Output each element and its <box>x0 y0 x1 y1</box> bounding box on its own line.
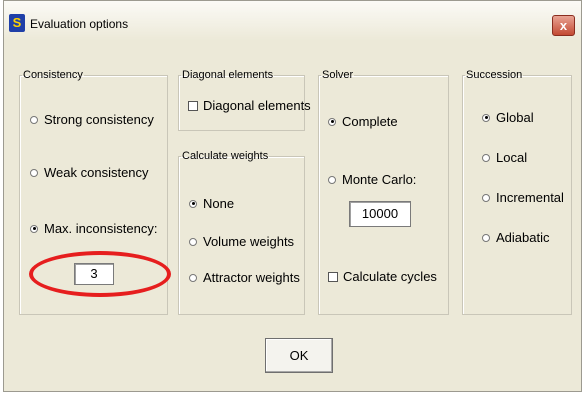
radio-attractor-weights[interactable]: Attractor weights <box>189 270 300 285</box>
monte-carlo-input[interactable]: 10000 <box>349 201 411 227</box>
radio-label: Complete <box>342 114 398 129</box>
radio-selected-icon <box>482 113 490 122</box>
diagonal-legend: Diagonal elements <box>182 69 274 81</box>
radio-adiabatic[interactable]: Adiabatic <box>482 230 549 245</box>
radio-label: Strong consistency <box>44 112 154 127</box>
radio-label: Monte Carlo: <box>342 172 417 187</box>
radio-label: Weak consistency <box>44 165 149 180</box>
radio-monte-carlo[interactable]: Monte Carlo: <box>328 172 416 187</box>
radio-incremental[interactable]: Incremental <box>482 190 564 205</box>
radio-label: Volume weights <box>203 234 295 249</box>
checkbox-label: Diagonal elements <box>203 98 311 113</box>
calculate-weights-group: Calculate weights <box>178 150 305 315</box>
radio-none[interactable]: None <box>189 196 234 211</box>
radio-icon <box>328 175 336 184</box>
checkbox-calculate-cycles[interactable]: Calculate cycles <box>328 269 437 284</box>
radio-selected-icon <box>189 199 197 208</box>
consistency-legend: Consistency <box>23 69 83 81</box>
radio-label: None <box>203 196 235 211</box>
radio-weak-consistency[interactable]: Weak consistency <box>30 165 149 180</box>
radio-volume-weights[interactable]: Volume weights <box>189 234 294 249</box>
evaluation-options-dialog: S Evaluation options x Consistency Stron… <box>3 0 582 392</box>
radio-complete[interactable]: Complete <box>328 114 398 129</box>
highlight-ellipse <box>29 251 171 297</box>
radio-local[interactable]: Local <box>482 150 527 165</box>
radio-icon <box>482 153 490 162</box>
radio-label: Attractor weights <box>203 270 300 285</box>
radio-label: Max. inconsistency: <box>44 221 158 236</box>
radio-icon <box>189 273 197 282</box>
checkbox-icon <box>328 271 338 282</box>
radio-icon <box>30 168 38 177</box>
ok-button[interactable]: OK <box>265 338 333 373</box>
radio-max-inconsistency[interactable]: Max. inconsistency: <box>30 221 157 236</box>
checkbox-diagonal-elements[interactable]: Diagonal elements <box>188 98 311 113</box>
radio-icon <box>30 115 38 124</box>
radio-icon <box>482 233 490 242</box>
radio-selected-icon <box>30 224 38 233</box>
radio-label: Adiabatic <box>496 230 550 245</box>
radio-icon <box>482 193 490 202</box>
title-bar: S Evaluation options x <box>4 1 581 41</box>
close-button[interactable]: x <box>552 15 575 36</box>
radio-icon <box>189 237 197 246</box>
succession-legend: Succession <box>466 69 523 81</box>
weights-legend: Calculate weights <box>182 150 269 162</box>
radio-strong-consistency[interactable]: Strong consistency <box>30 112 154 127</box>
radio-label: Incremental <box>496 190 564 205</box>
app-logo-icon: S <box>9 14 25 32</box>
radio-label: Global <box>496 110 534 125</box>
window-title: Evaluation options <box>30 17 129 31</box>
checkbox-icon <box>188 100 198 111</box>
checkbox-label: Calculate cycles <box>343 269 437 284</box>
radio-label: Local <box>496 150 528 165</box>
solver-legend: Solver <box>322 69 354 81</box>
radio-selected-icon <box>328 117 336 126</box>
radio-global[interactable]: Global <box>482 110 534 125</box>
